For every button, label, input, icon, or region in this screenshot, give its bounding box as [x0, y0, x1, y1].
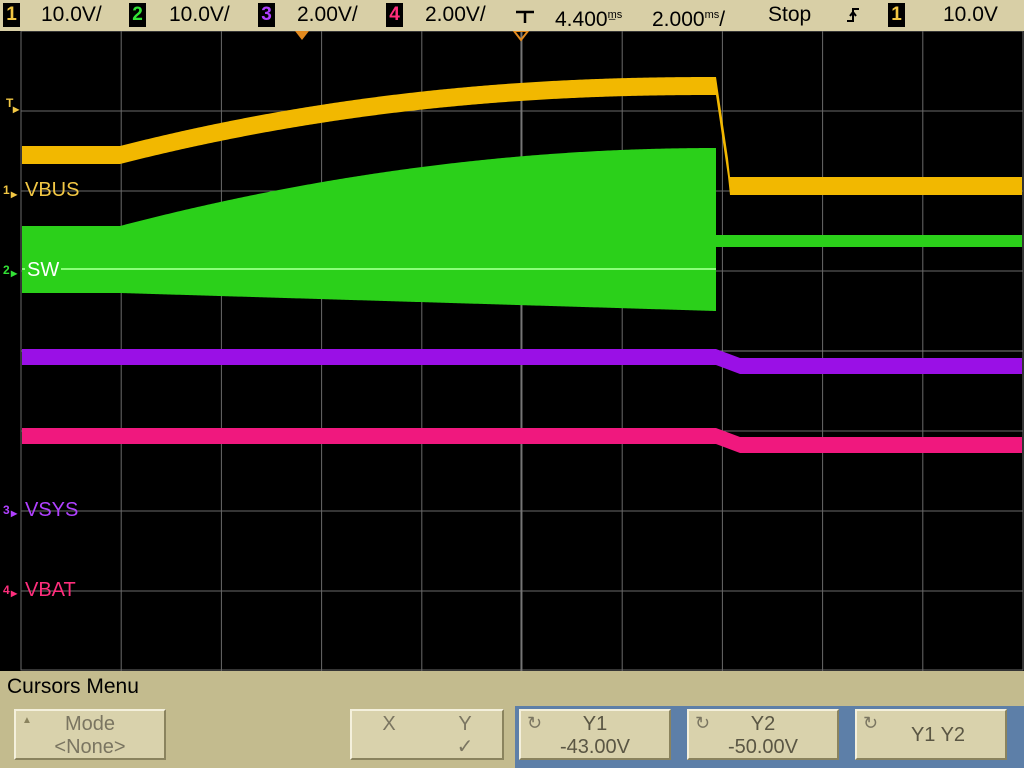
status-bar: 1 10.0V/ 2 10.0V/ 3 2.00V/ 4 2.00V/ 4.40…: [0, 0, 1024, 31]
trigger-edge-icon: [845, 3, 861, 33]
ch2-scale: 10.0V/: [169, 3, 230, 26]
time-scale: 2.000ms/: [652, 8, 726, 31]
softkey-menu: Cursors Menu ▲ Mode <None> X Y ✓ ↻ Y1 -4…: [0, 671, 1024, 768]
mode-value: <None>: [54, 736, 126, 758]
y2-label: Y2: [750, 713, 776, 735]
y1-label: Y1: [582, 713, 608, 735]
mode-softkey[interactable]: ▲ Mode <None>: [14, 709, 166, 760]
trigger-source: 1: [888, 3, 905, 27]
ch4-indicator[interactable]: 4: [386, 3, 403, 27]
ch2-label: SW: [25, 259, 62, 281]
check-icon: ✓: [456, 736, 474, 758]
ch1-scale: 10.0V/: [41, 3, 102, 26]
ch1-label: VBUS: [25, 179, 80, 201]
y1-softkey[interactable]: ↻ Y1 -43.00V: [519, 709, 671, 760]
ch2-trace: [22, 148, 716, 311]
time-delay: 4.400m̲s: [555, 8, 623, 31]
ground-icon: ▸: [11, 187, 18, 201]
ground-icon: ▸: [11, 586, 18, 600]
ch4-ground-marker[interactable]: 4: [3, 584, 10, 596]
y1y2-softkey[interactable]: ↻ Y1 Y2: [855, 709, 1007, 760]
ch2-ground-marker[interactable]: 2: [3, 264, 10, 276]
ch3-indicator[interactable]: 3: [258, 3, 275, 27]
ch3-scale: 2.00V/: [297, 3, 358, 26]
ch4-scale: 2.00V/: [425, 3, 486, 26]
ch2-indicator[interactable]: 2: [129, 3, 146, 27]
trigger-position-marker: [295, 31, 309, 40]
y-option: Y: [458, 713, 472, 735]
ground-icon: ▸: [11, 266, 18, 280]
ch3-label: VSYS: [25, 499, 79, 521]
trigger-arrow-icon: ▸: [13, 102, 20, 116]
ch3-ground-marker[interactable]: 3: [3, 504, 10, 516]
delay-icon: [514, 3, 536, 33]
mode-label: Mode: [64, 713, 116, 735]
y2-softkey[interactable]: ↻ Y2 -50.00V: [687, 709, 839, 760]
trigger-level: 10.0V: [943, 3, 998, 26]
ch4-label: VBAT: [25, 579, 76, 601]
menu-title: Cursors Menu: [7, 675, 139, 698]
ch2-trace-tail: [716, 235, 1022, 247]
y1y2-label: Y1 Y2: [910, 724, 966, 746]
xy-softkey[interactable]: X Y ✓: [350, 709, 504, 760]
ch1-indicator[interactable]: 1: [3, 3, 20, 27]
run-state: Stop: [768, 3, 812, 26]
ch1-ground-marker[interactable]: 1: [3, 184, 10, 196]
y2-value: -50.00V: [727, 736, 799, 758]
ground-icon: ▸: [11, 506, 18, 520]
graticule: [20, 31, 1024, 671]
waveform-display[interactable]: T ▸ 1 ▸ VBUS 2 ▸ SW 3 ▸ VSYS 4 ▸ VBAT: [0, 31, 1024, 671]
y1-value: -43.00V: [559, 736, 631, 758]
